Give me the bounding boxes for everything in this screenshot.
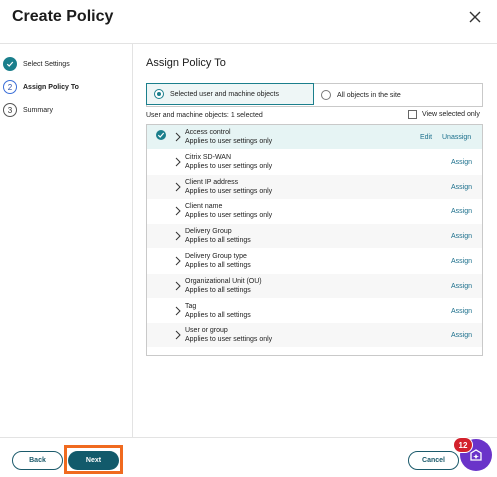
item-scope: Applies to user settings only: [185, 162, 273, 170]
item-name: User or group: [185, 327, 228, 335]
wizard-steps: Select Settings 2 Assign Policy To 3 Sum…: [0, 44, 133, 437]
item-scope: Applies to user settings only: [185, 138, 273, 145]
list-item[interactable]: Access control Applies to user settings …: [147, 125, 482, 149]
assign-link[interactable]: Assign: [451, 233, 472, 240]
section-title: Assign Policy To: [146, 57, 226, 69]
selected-count: User and machine objects: 1 selected: [146, 112, 263, 119]
assign-scope-radio-group: Selected user and machine objects All ob…: [146, 83, 483, 107]
chevron-right-icon[interactable]: [174, 228, 182, 241]
list-item[interactable]: Client IP address Applies to user settin…: [147, 174, 482, 199]
radio-on-icon: [154, 89, 164, 99]
list-item[interactable]: Organizational Unit (OU) Applies to all …: [147, 273, 482, 298]
item-name: Delivery Group type: [185, 253, 247, 260]
dialog-title: Create Policy: [12, 8, 114, 25]
item-scope: Applies to user settings only: [185, 212, 273, 220]
assign-link[interactable]: Assign: [451, 208, 472, 215]
list-item[interactable]: User or group Applies to user settings o…: [147, 323, 482, 348]
item-scope: Applies to all settings: [185, 286, 251, 294]
cancel-button[interactable]: Cancel: [408, 451, 459, 470]
list-item[interactable]: Delivery Group Applies to all settings A…: [147, 224, 482, 249]
item-name: Tag: [185, 302, 197, 310]
step-select-settings[interactable]: Select Settings: [3, 56, 70, 72]
chevron-right-icon[interactable]: [174, 179, 182, 191]
chevron-right-icon[interactable]: [174, 129, 182, 142]
dialog-footer: Back Next Cancel: [0, 437, 497, 477]
radio-off-icon: [321, 90, 331, 100]
item-name: Access control: [185, 129, 231, 136]
item-name: Citrix SD-WAN: [185, 153, 232, 161]
radio-label: All objects in the site: [337, 91, 401, 99]
radio-all-objects[interactable]: All objects in the site: [314, 84, 482, 106]
item-scope: Applies to user settings only: [185, 336, 273, 344]
item-name: Client IP address: [185, 178, 239, 186]
selected-check-icon: [156, 130, 166, 140]
chevron-right-icon[interactable]: [174, 154, 182, 167]
step-number: 3: [3, 103, 17, 117]
list-item[interactable]: Delivery Group type Applies to all setti…: [147, 249, 482, 273]
assign-link[interactable]: Assign: [451, 159, 472, 166]
edit-link[interactable]: Edit: [420, 134, 432, 141]
assign-link[interactable]: Assign: [451, 258, 472, 265]
item-scope: Applies to all settings: [185, 262, 251, 269]
step-summary[interactable]: 3 Summary: [3, 102, 53, 118]
next-button[interactable]: Next: [68, 451, 119, 470]
assign-link[interactable]: Assign: [451, 283, 472, 290]
check-icon: [3, 57, 17, 71]
checkbox-icon: [408, 110, 417, 119]
item-scope: Applies to all settings: [185, 311, 251, 319]
item-name: Delivery Group: [185, 228, 232, 236]
close-icon[interactable]: [467, 9, 483, 25]
assign-link[interactable]: Assign: [451, 332, 472, 339]
step-label: Assign Policy To: [23, 83, 79, 91]
chevron-right-icon[interactable]: [174, 203, 182, 216]
chevron-right-icon[interactable]: [174, 327, 182, 340]
item-scope: Applies to all settings: [185, 237, 251, 245]
item-name: Client name: [185, 203, 223, 211]
unassign-link[interactable]: Unassign: [442, 134, 471, 141]
list-item[interactable]: Citrix SD-WAN Applies to user settings o…: [147, 150, 482, 174]
step-assign-policy[interactable]: 2 Assign Policy To: [3, 79, 79, 95]
object-list: Access control Applies to user settings …: [146, 124, 483, 356]
dialog-header: Create Policy: [0, 0, 497, 44]
list-item[interactable]: Tag Applies to all settings Assign: [147, 299, 482, 323]
checkbox-label: View selected only: [422, 111, 480, 118]
chevron-right-icon[interactable]: [174, 303, 182, 315]
step-label: Summary: [23, 106, 53, 114]
chevron-right-icon[interactable]: [174, 253, 182, 266]
step-label: Select Settings: [23, 60, 70, 68]
radio-label: Selected user and machine objects: [170, 90, 279, 98]
list-item[interactable]: Client name Applies to user settings onl…: [147, 199, 482, 223]
notification-badge: 12: [453, 437, 473, 453]
view-selected-only-checkbox[interactable]: View selected only: [408, 110, 480, 119]
step-number: 2: [3, 80, 17, 94]
assign-link[interactable]: Assign: [451, 308, 472, 315]
assign-link[interactable]: Assign: [451, 184, 472, 191]
chevron-right-icon[interactable]: [174, 278, 182, 291]
radio-selected-objects[interactable]: Selected user and machine objects: [146, 83, 314, 105]
item-name: Organizational Unit (OU): [185, 277, 262, 285]
item-scope: Applies to user settings only: [185, 187, 273, 195]
back-button[interactable]: Back: [12, 451, 63, 470]
